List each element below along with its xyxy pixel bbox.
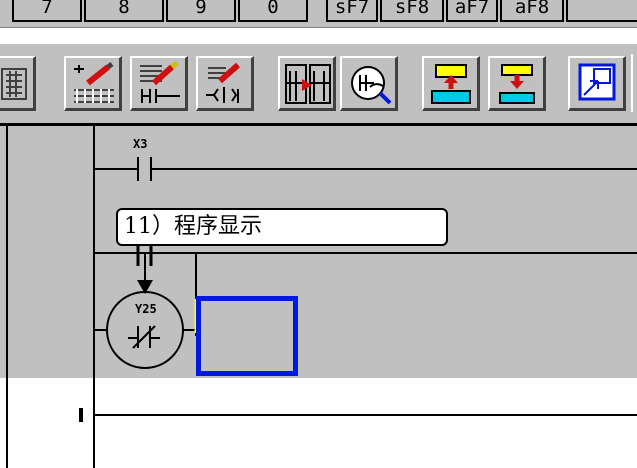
download-icon [499,64,535,104]
fkey-8[interactable]: 8 [84,0,164,22]
delete-line-icon [140,61,180,103]
fkey-9[interactable]: 9 [166,0,236,22]
toolbar [0,42,637,126]
toolbar-button-grid[interactable] [0,56,36,111]
function-key-bar: 7 8 9 0 sF7 sF8 aF7 aF8 [0,0,637,28]
contact-label-x3: X3 [133,137,148,151]
toolbar-button-transfer-down[interactable] [488,56,546,111]
fkey-sf7[interactable]: sF7 [326,0,378,22]
toolbar-button-monitor[interactable] [340,56,398,111]
ladder-diagram [6,126,637,468]
toolbar-button-edit-segment[interactable] [196,56,254,111]
device-search-icon [285,64,331,104]
toolbar-button-transfer-up[interactable] [422,56,480,111]
fkey-af7[interactable]: aF7 [446,0,498,22]
callout-tooltip: 11）程序显示 [116,208,448,246]
toolbar-button-device-search[interactable] [278,56,336,111]
toolbar-button-write-line[interactable] [64,56,122,111]
coil-label-y25: Y25 [135,302,157,316]
fkey-0[interactable]: 0 [238,0,308,22]
fkey-next[interactable] [566,0,637,22]
upload-icon [431,64,471,104]
fkey-sf8[interactable]: sF8 [380,0,444,22]
edit-cursor[interactable] [196,296,298,376]
draw-line-icon [74,62,114,103]
edit-segment-icon [206,62,240,103]
toolbar-button-delete-line[interactable] [130,56,188,111]
window-icon [578,63,616,101]
monitor-icon [351,66,392,105]
fkey-af8[interactable]: aF8 [500,0,564,22]
toolbar-button-window-view[interactable] [568,56,626,111]
toolbar-button-partial-right[interactable] [631,54,637,112]
fkey-7[interactable]: 7 [12,0,82,22]
grid-icon [1,68,27,100]
